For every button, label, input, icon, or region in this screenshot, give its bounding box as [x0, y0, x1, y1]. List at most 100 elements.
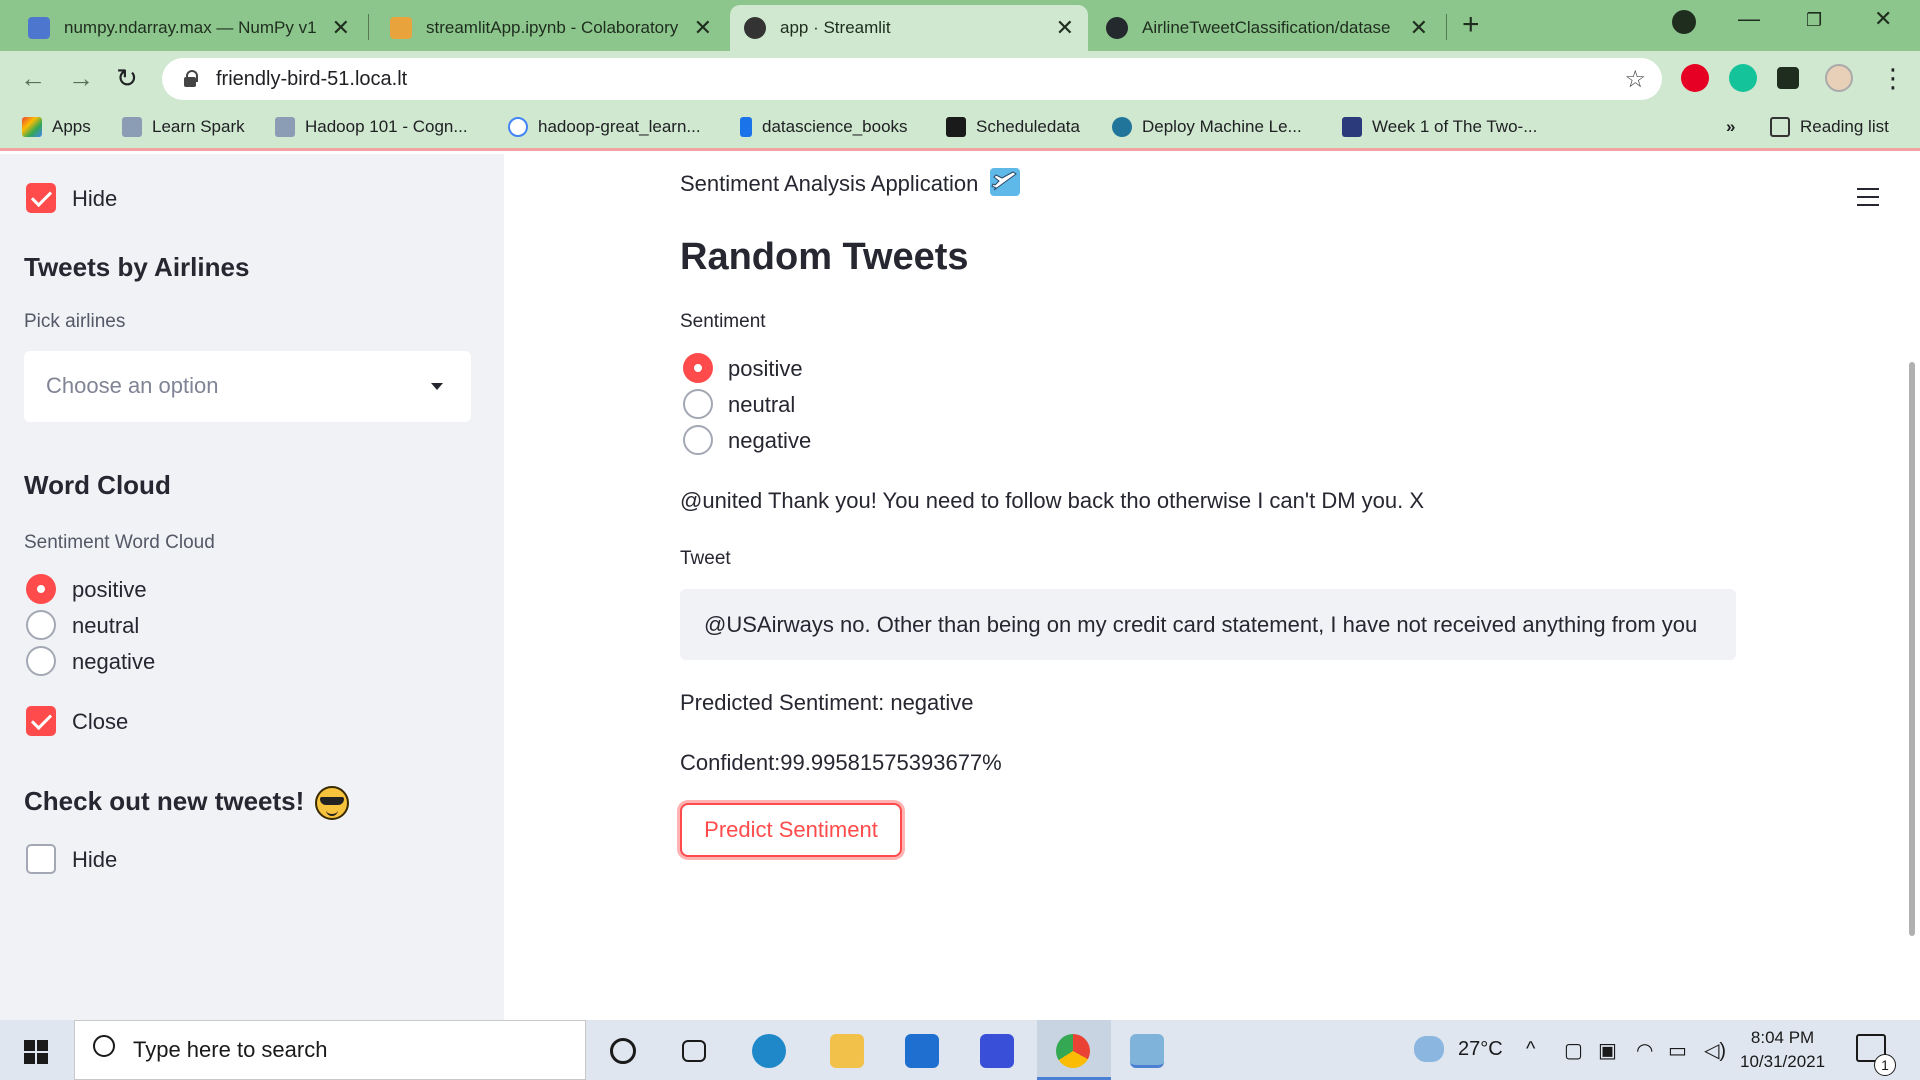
wordcloud-radio-neutral[interactable]: [26, 610, 56, 640]
mail-icon[interactable]: [905, 1034, 939, 1068]
bookmark-label: Apps: [52, 117, 91, 136]
task-view-icon[interactable]: [682, 1040, 706, 1062]
bookmark-label: Scheduledata: [976, 117, 1080, 136]
close-tab-icon[interactable]: ✕: [694, 15, 712, 41]
windows-taskbar: Type here to search 27°C ^ ▢ ▣ ◠ ▭ ◁) 8:…: [0, 1020, 1920, 1080]
page-scrollbar[interactable]: [1909, 362, 1915, 936]
clock-date: 10/31/2021: [1740, 1052, 1826, 1071]
close-tab-icon[interactable]: ✕: [1410, 15, 1428, 41]
bookmark-week-1[interactable]: Week 1 of The Two-...: [1342, 117, 1537, 137]
bookmark-scheduledata[interactable]: Scheduledata: [946, 117, 1080, 137]
bookmark-datascience-books[interactable]: datascience_books: [740, 117, 908, 137]
tab-title: AirlineTweetClassification/datase: [1142, 18, 1391, 37]
check-out-new-tweets-heading: Check out new tweets!: [24, 786, 305, 816]
grammarly-icon[interactable]: [1729, 64, 1757, 92]
new-tab-button[interactable]: +: [1462, 8, 1480, 42]
sunglasses-emoji-icon: [315, 786, 349, 820]
reading-list-label: Reading list: [1800, 117, 1889, 136]
streamlit-favicon-icon: [744, 17, 766, 39]
tab-colab[interactable]: streamlitApp.ipynb - Colaboratory ✕: [376, 5, 726, 51]
tab-github[interactable]: AirlineTweetClassification/datase ✕: [1092, 5, 1442, 51]
bookmark-hadoop-great-learning[interactable]: hadoop-great_learn...: [508, 117, 701, 137]
restore-icon[interactable]: ❐: [1806, 10, 1822, 31]
taskbar-clock[interactable]: 8:04 PM 10/31/2021: [1740, 1026, 1825, 1074]
select-placeholder: Choose an option: [46, 373, 219, 398]
bookmark-label: hadoop-great_learn...: [538, 117, 701, 136]
github-favicon-icon: [1106, 17, 1128, 39]
more-menu-icon[interactable]: ⋮: [1880, 63, 1906, 94]
tab-divider: [368, 14, 369, 40]
extensions-puzzle-icon[interactable]: [1777, 67, 1799, 89]
wordcloud-radio-positive[interactable]: [26, 574, 56, 604]
tweet-input[interactable]: [680, 589, 1736, 660]
volume-icon[interactable]: ◁): [1704, 1038, 1726, 1063]
tweet-input-label: Tweet: [680, 548, 731, 569]
sentiment-radio-neutral[interactable]: [683, 389, 713, 419]
cortana-icon[interactable]: [610, 1038, 636, 1064]
airline-multiselect[interactable]: Choose an option: [24, 351, 471, 422]
tab-search-icon[interactable]: [1672, 10, 1696, 34]
bookmarks-overflow-icon[interactable]: »: [1726, 117, 1735, 137]
back-arrow-icon[interactable]: ←: [20, 63, 46, 94]
network-share-icon[interactable]: ▣: [1598, 1038, 1617, 1063]
apps-grid-icon: [22, 117, 42, 137]
close-checkbox[interactable]: [26, 706, 56, 736]
battery-icon[interactable]: ▭: [1668, 1038, 1687, 1063]
reading-list-button[interactable]: Reading list: [1770, 117, 1889, 137]
notepad-icon[interactable]: [1130, 1034, 1164, 1068]
close-window-icon[interactable]: ✕: [1874, 6, 1892, 32]
taskbar-search-placeholder: Type here to search: [133, 1037, 328, 1062]
predicted-sentiment-text: Predicted Sentiment: negative: [680, 690, 974, 715]
tab-streamlit[interactable]: app · Streamlit ✕: [730, 5, 1088, 51]
edge-icon[interactable]: [752, 1034, 786, 1068]
temperature-text[interactable]: 27°C: [1458, 1038, 1503, 1061]
tray-chevron-up-icon[interactable]: ^: [1526, 1038, 1535, 1061]
pinterest-icon[interactable]: [1681, 64, 1709, 92]
forward-arrow-icon[interactable]: →: [68, 63, 94, 94]
hide-checkbox[interactable]: [26, 183, 56, 213]
sentiment-word-cloud-label: Sentiment Word Cloud: [24, 532, 215, 553]
profile-avatar[interactable]: [1825, 64, 1853, 92]
sentiment-label: Sentiment: [680, 311, 766, 332]
sentiment-radio-negative[interactable]: [683, 425, 713, 455]
wifi-icon[interactable]: ◠: [1636, 1038, 1653, 1063]
close-tab-icon[interactable]: ✕: [332, 15, 350, 41]
sentiment-option-label: negative: [728, 428, 812, 453]
close-tab-icon[interactable]: ✕: [1056, 15, 1074, 41]
numpy-favicon-icon: [28, 17, 50, 39]
bookmark-learn-spark[interactable]: Learn Spark: [122, 117, 245, 137]
bookmark-label: Learn Spark: [152, 117, 245, 136]
chrome-icon[interactable]: [1056, 1034, 1090, 1068]
url-text: friendly-bird-51.loca.lt: [216, 67, 408, 90]
minimize-icon[interactable]: —: [1738, 6, 1760, 32]
bookmark-deploy-ml[interactable]: Deploy Machine Le...: [1112, 117, 1302, 137]
bookmark-apps[interactable]: Apps: [22, 117, 91, 137]
sentiment-radio-positive[interactable]: [683, 353, 713, 383]
search-icon: [93, 1035, 115, 1057]
new-tweets-hide-label: Hide: [72, 847, 118, 872]
wordcloud-radio-negative[interactable]: [26, 646, 56, 676]
confidence-text: Confident:99.99581575393677%: [680, 750, 1002, 775]
predict-sentiment-button[interactable]: Predict Sentiment: [680, 803, 902, 857]
new-tweets-hide-checkbox[interactable]: [26, 844, 56, 874]
clock-time: 8:04 PM: [1750, 1028, 1815, 1047]
taskbar-search-box[interactable]: Type here to search: [74, 1020, 586, 1080]
file-explorer-icon[interactable]: [830, 1034, 864, 1068]
meet-now-icon[interactable]: ▢: [1564, 1038, 1583, 1063]
sentiment-option-label: neutral: [728, 392, 796, 417]
windows-start-icon[interactable]: [24, 1040, 48, 1064]
reload-icon[interactable]: ↻: [116, 63, 138, 94]
wordpress-icon: [1112, 117, 1132, 137]
tab-numpy[interactable]: numpy.ndarray.max — NumPy v1 ✕: [14, 5, 364, 51]
address-bar[interactable]: friendly-bird-51.loca.lt ☆: [162, 58, 1662, 100]
folder-icon: [122, 117, 142, 137]
hamburger-menu-icon[interactable]: [1857, 188, 1879, 206]
angular-icon: [946, 117, 966, 137]
colab-favicon-icon: [390, 17, 412, 39]
bookmark-star-icon[interactable]: ☆: [1624, 65, 1646, 94]
bookmark-hadoop-101[interactable]: Hadoop 101 - Cogn...: [275, 117, 468, 137]
bookmark-label: Week 1 of The Two-...: [1372, 117, 1538, 136]
google-icon: [508, 117, 528, 137]
weather-rain-icon[interactable]: [1414, 1036, 1444, 1062]
app-icon[interactable]: [980, 1034, 1014, 1068]
